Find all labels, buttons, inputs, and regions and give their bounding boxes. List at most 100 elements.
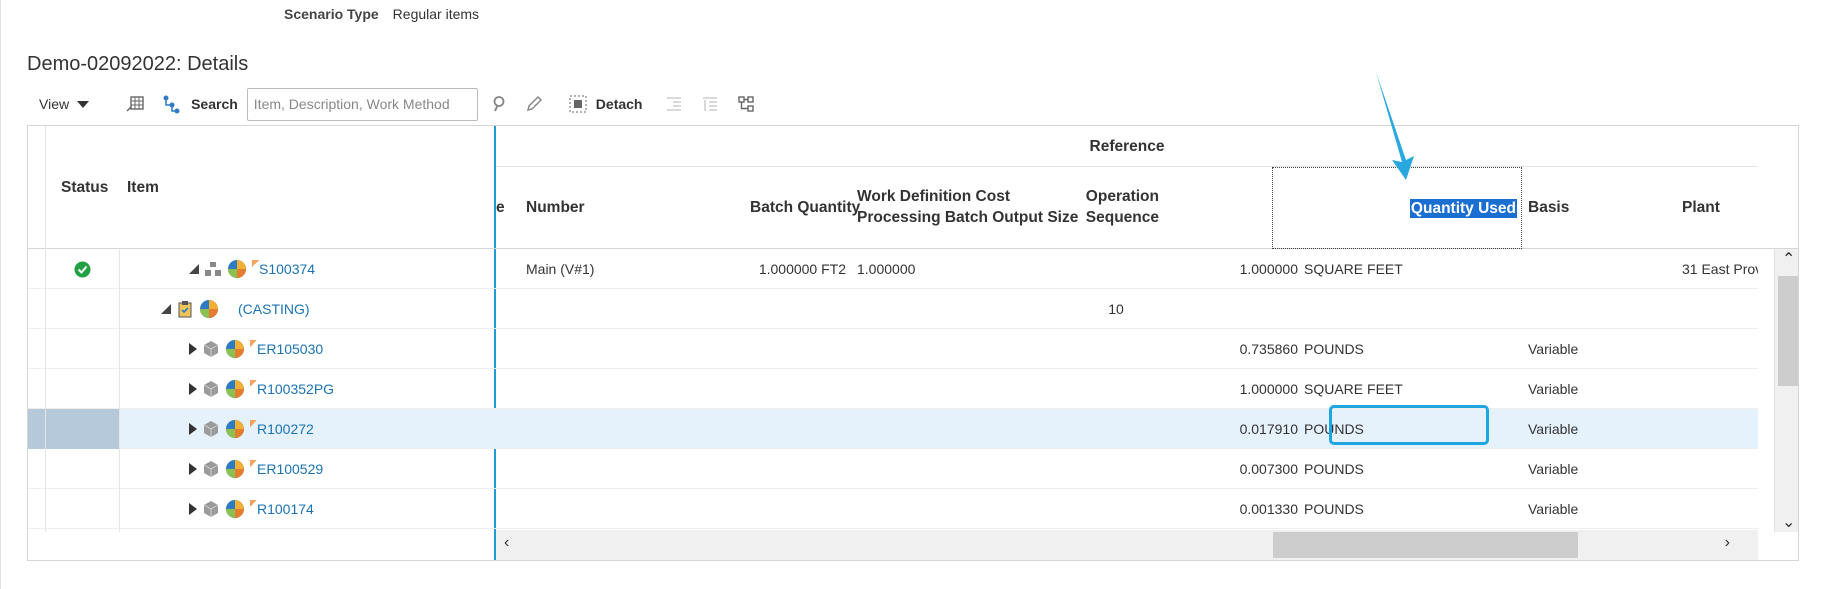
scenario-type-label: Scenario Type bbox=[284, 6, 379, 22]
column-header-wd-cost[interactable]: Work Definition Cost Processing Batch Ou… bbox=[857, 186, 1078, 228]
expand-node-icon[interactable] bbox=[189, 503, 197, 515]
item-link[interactable]: R100174 bbox=[257, 501, 314, 517]
expand-node-icon[interactable] bbox=[189, 463, 197, 475]
wd-cost-line1: Work Definition Cost bbox=[857, 188, 1010, 205]
cell-uom: POUNDS bbox=[1304, 341, 1364, 357]
hierarchy-icon[interactable] bbox=[159, 92, 183, 116]
cell-plant bbox=[1682, 329, 1758, 369]
column-header-status[interactable]: Status bbox=[61, 177, 108, 198]
item-link[interactable]: R100272 bbox=[257, 421, 314, 437]
search-icon[interactable] bbox=[488, 92, 512, 116]
item-link[interactable]: ER105030 bbox=[257, 341, 323, 357]
cell-plant bbox=[1682, 449, 1758, 489]
component-cube-icon bbox=[203, 381, 219, 397]
horizontal-scroll-thumb[interactable] bbox=[1273, 532, 1578, 558]
indent-icon[interactable] bbox=[698, 92, 722, 116]
cell-basis: Variable bbox=[1528, 461, 1579, 477]
row-selection-indicator bbox=[28, 409, 119, 449]
expand-tree-icon[interactable] bbox=[734, 92, 758, 116]
cell-quantity: 1.000000 bbox=[1239, 381, 1298, 397]
column-header-batch-quantity[interactable]: Batch Quantity bbox=[750, 197, 860, 218]
expand-node-icon[interactable] bbox=[189, 383, 197, 395]
highlighted-quantity-cell bbox=[1329, 405, 1489, 445]
chevron-down-icon bbox=[77, 100, 90, 108]
operation-clipboard-icon bbox=[178, 301, 192, 318]
item-link[interactable]: S100374 bbox=[259, 261, 315, 277]
cell-quantity: 0.007300 bbox=[1239, 461, 1298, 477]
column-header-plant[interactable]: Plant bbox=[1682, 197, 1720, 218]
cell-quantity: 0.001330 bbox=[1239, 501, 1298, 517]
table-row[interactable]: R100352PG bbox=[28, 369, 496, 409]
cell-operation-sequence bbox=[1096, 249, 1136, 289]
cost-pie-icon bbox=[226, 380, 244, 398]
scroll-up-arrow-icon[interactable]: ⌃ bbox=[1782, 249, 1795, 269]
item-tree-cell: S100374 bbox=[189, 249, 315, 289]
table-row[interactable]: S100374 bbox=[28, 249, 496, 289]
scroll-right-arrow-icon[interactable]: › bbox=[1725, 534, 1730, 552]
column-header-truncated[interactable]: e bbox=[496, 197, 505, 218]
quantity-used-selected-text: Quantity Used bbox=[1409, 199, 1517, 218]
flag-icon bbox=[250, 420, 257, 427]
view-menu-label: View bbox=[39, 96, 70, 112]
table-row[interactable]: 0.017910 POUNDS Variable bbox=[496, 409, 1758, 449]
horizontal-scrollbar[interactable]: ‹ › bbox=[496, 530, 1758, 560]
detach-button[interactable]: Detach bbox=[596, 96, 643, 112]
item-link[interactable]: R100352PG bbox=[257, 381, 334, 397]
flag-icon bbox=[250, 340, 257, 347]
item-tree-cell: ER105030 bbox=[189, 329, 323, 369]
cell-basis: Variable bbox=[1528, 341, 1579, 357]
cost-pie-icon bbox=[200, 300, 218, 318]
annotation-arrow-icon bbox=[1376, 72, 1414, 180]
cell-operation-sequence bbox=[1096, 489, 1136, 529]
vertical-scroll-thumb[interactable] bbox=[1778, 276, 1798, 386]
item-tree-cell: R100272 bbox=[189, 409, 314, 449]
cell-basis: Variable bbox=[1528, 381, 1579, 397]
table-row[interactable]: 1.000000 SQUARE FEET Variable bbox=[496, 369, 1758, 409]
scenario-type-value: Regular items bbox=[392, 6, 480, 22]
column-header-basis[interactable]: Basis bbox=[1528, 197, 1569, 218]
cell-basis: Variable bbox=[1528, 421, 1579, 437]
table-row[interactable]: R100174 bbox=[28, 489, 496, 529]
table-row[interactable]: 0.007300 POUNDS Variable bbox=[496, 449, 1758, 489]
frozen-header: Status Item bbox=[28, 126, 496, 249]
item-link[interactable]: (CASTING) bbox=[238, 301, 310, 317]
page: Scenario Type Regular items Demo-0209202… bbox=[0, 0, 1825, 589]
cell-number: Main (V#1) bbox=[526, 261, 595, 277]
scrollable-columns: Reference e Number Batch Quantity Work D… bbox=[496, 126, 1798, 560]
table-row[interactable]: (CASTING) bbox=[28, 289, 496, 329]
expand-node-icon[interactable] bbox=[189, 343, 197, 355]
column-header-operation-sequence[interactable]: Operation Sequence bbox=[1079, 186, 1159, 228]
scroll-left-arrow-icon[interactable]: ‹ bbox=[504, 534, 509, 552]
table-row[interactable]: ER105030 bbox=[28, 329, 496, 369]
vertical-scrollbar[interactable]: ⌃ ⌄ bbox=[1774, 249, 1798, 532]
collapse-node-icon[interactable] bbox=[161, 304, 171, 314]
component-cube-icon bbox=[203, 461, 219, 477]
flag-icon bbox=[250, 380, 257, 387]
collapse-node-icon[interactable] bbox=[189, 264, 199, 274]
item-tree-cell: (CASTING) bbox=[161, 289, 310, 329]
cell-plant bbox=[1682, 489, 1758, 529]
detach-icon[interactable] bbox=[566, 92, 590, 116]
scroll-down-arrow-icon[interactable]: ⌄ bbox=[1782, 512, 1795, 532]
expand-node-icon[interactable] bbox=[189, 423, 197, 435]
table-row[interactable]: R100272 bbox=[28, 409, 496, 449]
view-menu-button[interactable]: View bbox=[39, 96, 90, 112]
cell-quantity: 1.000000 bbox=[1239, 261, 1298, 277]
outdent-icon[interactable] bbox=[662, 92, 686, 116]
search-input[interactable] bbox=[246, 87, 478, 121]
table-row[interactable]: ER100529 bbox=[28, 449, 496, 489]
cell-plant bbox=[1682, 369, 1758, 409]
scroll-header: Reference e Number Batch Quantity Work D… bbox=[496, 126, 1798, 249]
item-link[interactable]: ER100529 bbox=[257, 461, 323, 477]
table-row[interactable]: 0.001330 POUNDS Variable bbox=[496, 489, 1758, 529]
column-header-item[interactable]: Item bbox=[127, 177, 159, 198]
item-tree-cell: R100352PG bbox=[189, 369, 334, 409]
table-row[interactable]: Main (V#1) 1.000000 FT2 1.000000 1.000000 SQ… bbox=[496, 249, 1758, 289]
cell-operation-sequence bbox=[1096, 409, 1136, 449]
status-ok-icon bbox=[74, 261, 91, 281]
table-row[interactable]: 0.735860 POUNDS Variable bbox=[496, 329, 1758, 369]
freeze-columns-icon[interactable] bbox=[123, 92, 147, 116]
edit-pencil-icon[interactable] bbox=[522, 92, 546, 116]
column-header-number[interactable]: Number bbox=[526, 197, 585, 218]
table-row[interactable]: 10 bbox=[496, 289, 1758, 329]
